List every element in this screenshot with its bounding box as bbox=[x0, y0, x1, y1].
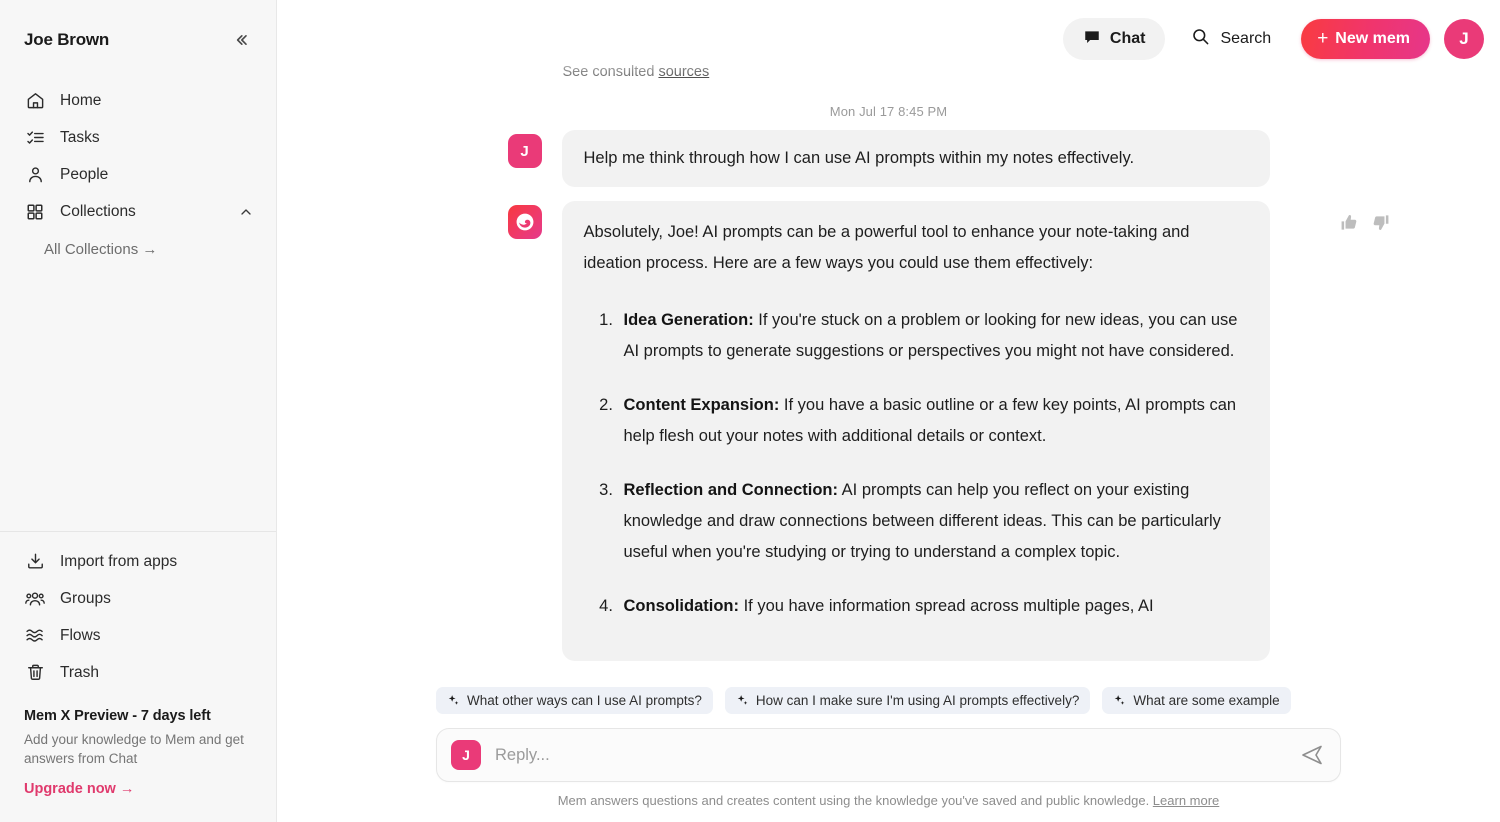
list-item: Consolidation: If you have information s… bbox=[618, 591, 1248, 622]
mem-logo-icon bbox=[507, 205, 542, 239]
sidebar-item-home[interactable]: Home bbox=[0, 82, 276, 119]
message-avatar-user: J bbox=[507, 134, 542, 168]
main-content: Chat Search + New mem J See consulted so… bbox=[277, 0, 1500, 822]
sidebar-secondary-nav: Import from apps Groups Flows Trash bbox=[0, 543, 276, 691]
groups-icon bbox=[24, 588, 46, 610]
search-icon bbox=[1191, 27, 1210, 51]
sidebar-subitem-label: All Collections → bbox=[44, 241, 158, 258]
assistant-message-bubble: Absolutely, Joe! AI prompts can be a pow… bbox=[561, 201, 1270, 661]
sidebar-item-label: Tasks bbox=[60, 128, 100, 146]
chevron-up-icon[interactable] bbox=[238, 204, 254, 220]
message-timestamp: Mon Jul 17 8:45 PM bbox=[829, 104, 948, 119]
suggestion-chip[interactable]: What are some example bbox=[1102, 687, 1291, 714]
disclaimer-text: Mem answers questions and creates conten… bbox=[557, 793, 1153, 808]
conversation-scroll-area[interactable]: See consulted sources Mon Jul 17 8:45 PM… bbox=[277, 0, 1500, 667]
sidebar-item-import-from-apps[interactable]: Import from apps bbox=[0, 543, 276, 580]
new-mem-button[interactable]: + New mem bbox=[1301, 19, 1430, 59]
list-item-body: If you have information spread across mu… bbox=[738, 597, 1154, 615]
composer-avatar: J bbox=[451, 740, 481, 770]
suggestion-chip-label: What other ways can I use AI prompts? bbox=[467, 693, 702, 708]
assistant-message-row: Absolutely, Joe! AI prompts can be a pow… bbox=[507, 201, 1388, 661]
suggestion-chips: What other ways can I use AI prompts? Ho… bbox=[436, 687, 1341, 714]
list-item-title: Idea Generation: bbox=[623, 311, 754, 329]
suggestion-chip[interactable]: What other ways can I use AI prompts? bbox=[436, 687, 713, 714]
plus-icon: + bbox=[1317, 28, 1329, 49]
assistant-list: Idea Generation: If you're stuck on a pr… bbox=[584, 305, 1248, 622]
app-root: Joe Brown Home Tasks People Collections … bbox=[0, 0, 1500, 822]
suggestion-chip-label: How can I make sure I'm using AI prompts… bbox=[755, 693, 1080, 708]
grid-icon bbox=[24, 201, 46, 223]
consulted-sources-prefix: See consulted bbox=[562, 64, 659, 80]
search-button-label: Search bbox=[1220, 30, 1272, 47]
user-message-text: Help me think through how I can use AI p… bbox=[583, 149, 1135, 167]
flows-icon bbox=[24, 625, 46, 647]
sidebar-item-groups[interactable]: Groups bbox=[0, 580, 276, 617]
sidebar-primary-nav: Home Tasks People Collections All Collec… bbox=[0, 56, 276, 264]
list-item-title: Reflection and Connection: bbox=[623, 481, 839, 499]
sidebar-item-label: Collections bbox=[60, 202, 136, 220]
user-avatar[interactable]: J bbox=[1444, 19, 1484, 59]
sidebar-item-trash[interactable]: Trash bbox=[0, 654, 276, 691]
composer-area: What other ways can I use AI prompts? Ho… bbox=[277, 687, 1500, 822]
list-item-title: Consolidation: bbox=[623, 597, 739, 615]
new-mem-label: New mem bbox=[1335, 30, 1410, 47]
send-icon[interactable] bbox=[1300, 743, 1324, 767]
chat-tab-label: Chat bbox=[1109, 30, 1146, 47]
sparkle-icon bbox=[1113, 694, 1126, 707]
reply-input[interactable] bbox=[495, 745, 1300, 765]
conversation-list: See consulted sources Mon Jul 17 8:45 PM… bbox=[507, 64, 1388, 661]
sidebar-item-label: People bbox=[60, 165, 109, 183]
sparkle-icon bbox=[447, 694, 460, 707]
list-item-title: Content Expansion: bbox=[623, 396, 780, 414]
sidebar-user-name: Joe Brown bbox=[24, 30, 110, 49]
list-item: Reflection and Connection: AI prompts ca… bbox=[618, 475, 1248, 568]
chat-tab-button[interactable]: Chat bbox=[1062, 18, 1166, 60]
learn-more-link[interactable]: Learn more bbox=[1153, 793, 1219, 808]
promo-body: Add your knowledge to Mem and get answer… bbox=[24, 732, 244, 766]
sidebar-item-people[interactable]: People bbox=[0, 156, 276, 193]
consulted-sources: See consulted sources bbox=[563, 64, 1270, 80]
sidebar: Joe Brown Home Tasks People Collections … bbox=[0, 0, 277, 822]
search-button[interactable]: Search bbox=[1177, 18, 1285, 60]
upgrade-promo: Mem X Preview - 7 days left Add your kno… bbox=[0, 708, 276, 798]
sidebar-item-collections[interactable]: Collections bbox=[0, 193, 276, 230]
sidebar-item-label: Flows bbox=[60, 626, 101, 644]
list-item: Content Expansion: If you have a basic o… bbox=[618, 390, 1248, 452]
promo-title: Mem X Preview - 7 days left bbox=[24, 708, 211, 724]
home-icon bbox=[24, 90, 46, 112]
trash-icon bbox=[24, 662, 46, 684]
sidebar-item-flows[interactable]: Flows bbox=[0, 617, 276, 654]
list-item: Idea Generation: If you're stuck on a pr… bbox=[618, 305, 1248, 367]
sidebar-item-tasks[interactable]: Tasks bbox=[0, 119, 276, 156]
checklist-icon bbox=[24, 127, 46, 149]
sidebar-item-label: Trash bbox=[60, 663, 100, 681]
speech-bubble-icon bbox=[1083, 28, 1101, 51]
user-message-bubble: Help me think through how I can use AI p… bbox=[561, 130, 1270, 187]
sidebar-item-label: Home bbox=[60, 91, 102, 109]
sidebar-item-label: Groups bbox=[60, 589, 111, 607]
sidebar-header: Joe Brown bbox=[0, 0, 276, 56]
sources-link[interactable]: sources bbox=[658, 64, 709, 80]
import-icon bbox=[24, 551, 46, 573]
sidebar-item-label: Import from apps bbox=[60, 552, 178, 570]
suggestion-chip[interactable]: How can I make sure I'm using AI prompts… bbox=[724, 687, 1091, 714]
thumbs-down-icon[interactable] bbox=[1371, 213, 1390, 232]
sidebar-item-all-collections[interactable]: All Collections → bbox=[0, 230, 276, 264]
user-message-row: J Help me think through how I can use AI… bbox=[507, 130, 1270, 187]
message-feedback-controls bbox=[1340, 213, 1390, 232]
upgrade-now-link[interactable]: Upgrade now → bbox=[24, 781, 134, 797]
suggestion-chip-label: What are some example bbox=[1133, 693, 1280, 708]
sparkle-icon bbox=[736, 694, 749, 707]
chevrons-left-icon[interactable] bbox=[228, 27, 254, 53]
thumbs-up-icon[interactable] bbox=[1340, 213, 1359, 232]
assistant-intro-text: Absolutely, Joe! AI prompts can be a pow… bbox=[583, 223, 1190, 272]
person-icon bbox=[24, 164, 46, 186]
sidebar-divider bbox=[0, 531, 276, 532]
composer-disclaimer: Mem answers questions and creates conten… bbox=[436, 793, 1341, 808]
reply-composer[interactable]: J bbox=[436, 728, 1341, 782]
